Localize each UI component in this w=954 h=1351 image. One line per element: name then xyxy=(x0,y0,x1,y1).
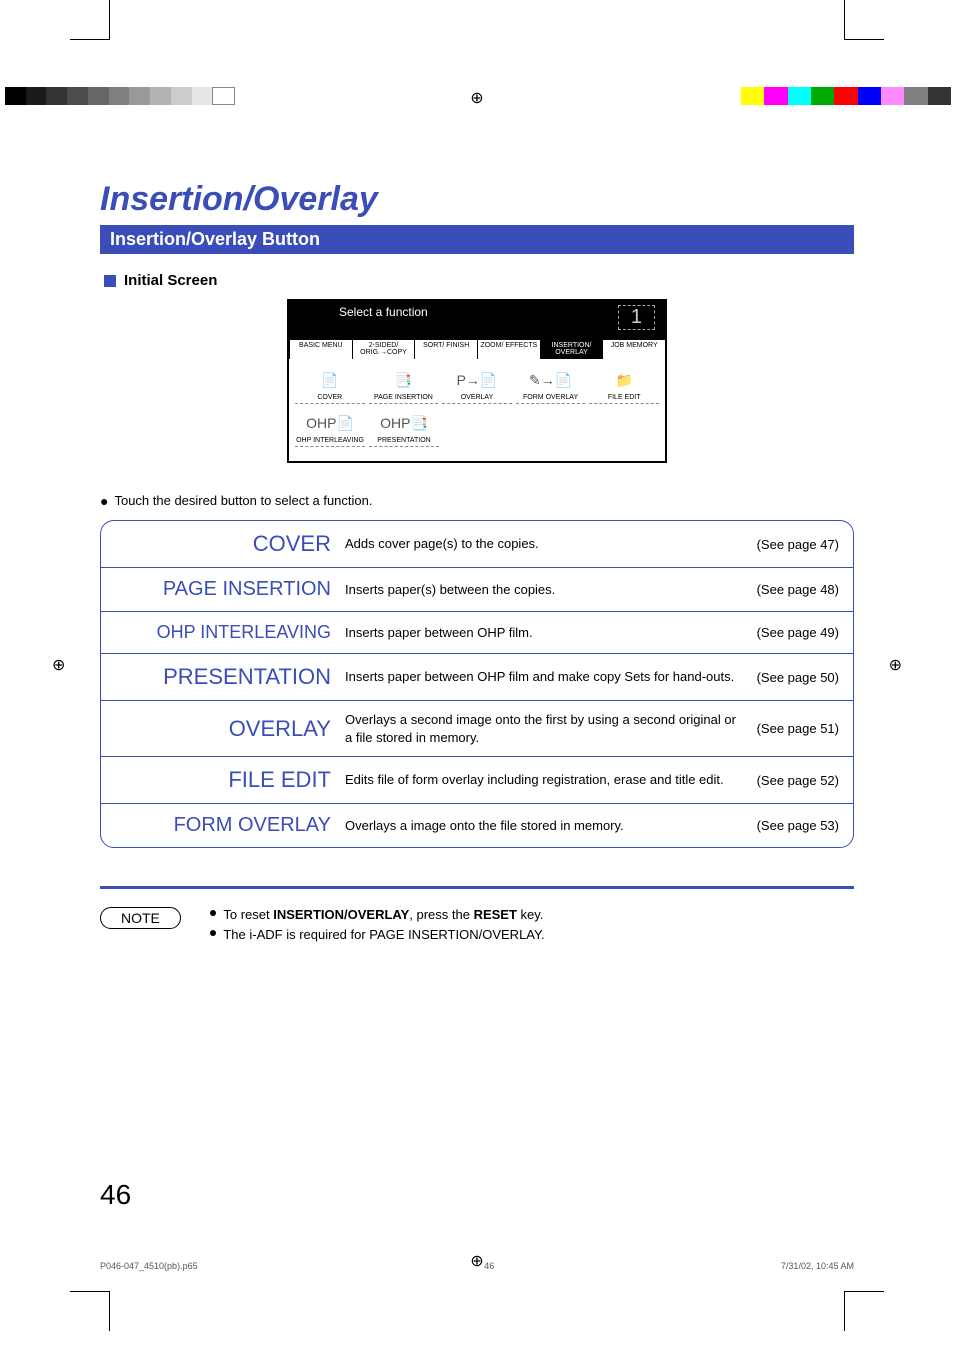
tab-basic-menu[interactable]: BASIC MENU xyxy=(289,339,352,359)
page-insertion-button[interactable]: 📑PAGE INSERTION xyxy=(369,367,439,404)
screen-prompt: Select a function xyxy=(289,301,665,319)
overlay-icon: P→📄 xyxy=(442,367,512,393)
overlay-button[interactable]: P→📄OVERLAY xyxy=(442,367,512,404)
note-lines: ● To reset INSERTION/OVERLAY, press the … xyxy=(209,905,545,944)
bullet-icon: ● xyxy=(100,494,108,508)
presentation-button[interactable]: OHP📑PRESENTATION xyxy=(369,410,439,447)
table-row: OHP INTERLEAVING Inserts paper between O… xyxy=(101,611,853,653)
cover-icon: 📄 xyxy=(295,367,365,393)
ohp-interleaving-icon: OHP📄 xyxy=(295,410,365,436)
function-name: COVER xyxy=(115,531,335,557)
instruction-line: ● Touch the desired button to select a f… xyxy=(100,493,854,508)
crop-mark xyxy=(844,1291,884,1331)
function-page-ref: (See page 50) xyxy=(757,670,839,685)
table-row: COVER Adds cover page(s) to the copies. … xyxy=(101,521,853,567)
subheading-text: Initial Screen xyxy=(124,272,217,289)
file-edit-button[interactable]: 📁FILE EDIT xyxy=(589,367,659,404)
table-row: PRESENTATION Inserts paper between OHP f… xyxy=(101,653,853,700)
copy-count-display: 1 xyxy=(618,305,655,330)
page-content: Insertion/Overlay Insertion/Overlay Butt… xyxy=(100,180,854,944)
copier-screen: Select a function 1 BASIC MENU 2-SIDED/ … xyxy=(287,299,667,463)
bullet-icon: ● xyxy=(209,905,217,925)
crop-marks-bottom: ⊕ xyxy=(0,1221,954,1331)
function-page-ref: (See page 53) xyxy=(757,818,839,833)
subheading: Initial Screen xyxy=(104,272,854,289)
page-number: 46 xyxy=(100,1179,131,1211)
function-name: OVERLAY xyxy=(115,716,335,742)
table-row: OVERLAY Overlays a second image onto the… xyxy=(101,700,853,756)
bullet-icon: ● xyxy=(209,925,217,945)
function-desc: Overlays a image onto the file stored in… xyxy=(345,817,747,835)
page-insertion-icon: 📑 xyxy=(369,367,439,393)
function-name: PRESENTATION xyxy=(115,664,335,690)
registration-mark-icon: ⊕ xyxy=(52,655,65,675)
file-edit-icon: 📁 xyxy=(589,367,659,393)
note-line: ● To reset INSERTION/OVERLAY, press the … xyxy=(209,905,545,925)
function-name: FORM OVERLAY xyxy=(115,814,335,837)
registration-mark-icon: ⊕ xyxy=(470,88,483,108)
crop-mark xyxy=(70,0,110,40)
crop-mark xyxy=(844,0,884,40)
function-desc: Adds cover page(s) to the copies. xyxy=(345,535,747,553)
screen-tabs: BASIC MENU 2-SIDED/ ORIG.→COPY SORT/ FIN… xyxy=(289,339,665,359)
page-title: Insertion/Overlay xyxy=(100,180,854,219)
table-row: FORM OVERLAY Overlays a image onto the f… xyxy=(101,803,853,847)
function-page-ref: (See page 48) xyxy=(757,582,839,597)
tab-insertion-overlay[interactable]: INSERTION/ OVERLAY xyxy=(540,339,603,359)
registration-mark-icon: ⊕ xyxy=(889,655,902,675)
function-desc: Inserts paper between OHP film and make … xyxy=(345,668,747,686)
note-label: NOTE xyxy=(100,907,181,929)
note-block: NOTE ● To reset INSERTION/OVERLAY, press… xyxy=(100,905,854,944)
divider-rule xyxy=(100,886,854,889)
form-overlay-icon: ✎→📄 xyxy=(516,367,586,393)
gray-scale-bar xyxy=(5,87,235,105)
screen-header: Select a function 1 BASIC MENU 2-SIDED/ … xyxy=(289,301,665,359)
function-desc: Overlays a second image onto the first b… xyxy=(345,711,747,746)
tab-job-memory[interactable]: JOB MEMORY xyxy=(602,339,665,359)
function-desc: Inserts paper(s) between the copies. xyxy=(345,581,747,599)
tab-zoom-effects[interactable]: ZOOM/ EFFECTS xyxy=(477,339,540,359)
ohp-interleaving-button[interactable]: OHP📄OHP INTERLEAVING xyxy=(295,410,365,447)
function-page-ref: (See page 52) xyxy=(757,773,839,788)
screen-body: 📄COVER 📑PAGE INSERTION P→📄OVERLAY ✎→📄FOR… xyxy=(289,359,665,461)
table-row: PAGE INSERTION Inserts paper(s) between … xyxy=(101,567,853,611)
function-page-ref: (See page 47) xyxy=(757,537,839,552)
note-line: ● The i-ADF is required for PAGE INSERTI… xyxy=(209,925,545,945)
function-name: OHP INTERLEAVING xyxy=(115,622,335,643)
crop-marks-top: ⊕ xyxy=(0,0,954,110)
instruction-text: Touch the desired button to select a fun… xyxy=(114,493,372,508)
function-page-ref: (See page 51) xyxy=(757,721,839,736)
tab-2sided[interactable]: 2-SIDED/ ORIG.→COPY xyxy=(352,339,415,359)
function-page-ref: (See page 49) xyxy=(757,625,839,640)
table-row: FILE EDIT Edits file of form overlay inc… xyxy=(101,756,853,803)
section-heading: Insertion/Overlay Button xyxy=(100,225,854,254)
cover-button[interactable]: 📄COVER xyxy=(295,367,365,404)
presentation-icon: OHP📑 xyxy=(369,410,439,436)
form-overlay-button[interactable]: ✎→📄FORM OVERLAY xyxy=(516,367,586,404)
function-name: PAGE INSERTION xyxy=(115,578,335,601)
color-bar xyxy=(741,87,951,105)
crop-mark xyxy=(70,1291,110,1331)
function-desc: Inserts paper between OHP film. xyxy=(345,624,747,642)
function-table: COVER Adds cover page(s) to the copies. … xyxy=(100,520,854,848)
registration-mark-icon: ⊕ xyxy=(470,1251,483,1271)
square-bullet-icon xyxy=(104,275,116,287)
tab-sort-finish[interactable]: SORT/ FINISH xyxy=(414,339,477,359)
function-name: FILE EDIT xyxy=(115,767,335,793)
function-desc: Edits file of form overlay including reg… xyxy=(345,771,747,789)
